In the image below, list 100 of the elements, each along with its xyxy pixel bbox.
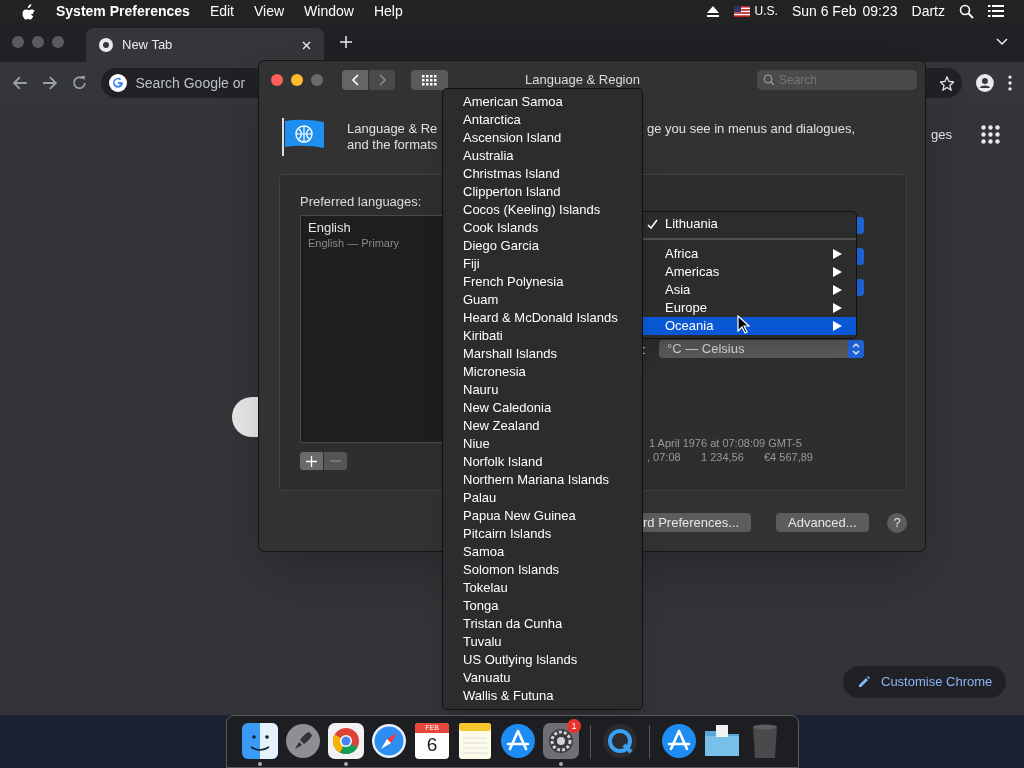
new-tab-icon[interactable]: [340, 36, 352, 48]
apple-icon[interactable]: [20, 2, 36, 20]
rocket-app-icon[interactable]: [285, 723, 321, 759]
menu-date[interactable]: Sun 6 Feb: [791, 0, 857, 22]
window-title: Language & Region: [524, 71, 641, 90]
apps-grid-icon[interactable]: [981, 125, 1000, 144]
customise-button[interactable]: Customise Chrome: [843, 666, 1007, 698]
menu-item[interactable]: Antarctica: [443, 111, 642, 129]
menu-item[interactable]: Nauru: [443, 381, 642, 399]
add-language-button[interactable]: [300, 452, 323, 470]
menu-time[interactable]: 09:23: [862, 0, 898, 22]
back-icon: [351, 74, 359, 86]
address-placeholder: Search Google or: [135, 73, 246, 93]
show-all-button[interactable]: [411, 70, 448, 90]
flag-icon[interactable]: [733, 5, 750, 17]
menu-item[interactable]: New Zealand: [443, 417, 642, 435]
menu-item[interactable]: Diego Garcia: [443, 237, 642, 255]
menu-item[interactable]: Wallis & Futuna: [443, 687, 642, 705]
tab-title: New Tab: [122, 36, 174, 55]
globe-flag-icon: [282, 118, 324, 156]
menu-item[interactable]: Edit: [209, 0, 234, 22]
menu-item[interactable]: French Polynesia: [443, 273, 642, 291]
menu-item[interactable]: Cocos (Keeling) Islands: [443, 201, 642, 219]
notification-badge: 1: [567, 719, 581, 733]
menu-item[interactable]: Solomon Islands: [443, 561, 642, 579]
app-store-icon[interactable]: [500, 723, 536, 759]
search-engine-icon: [109, 74, 128, 92]
sample-time: , 07:08: [647, 450, 681, 465]
description-text: ge you see in menus and dialogues,: [647, 121, 856, 137]
sample-date: 1 April 1976 at 07:08:09 GMT-5: [649, 436, 802, 451]
sample-number: 1 234,56: [701, 450, 744, 465]
shortcut-tile[interactable]: [232, 397, 258, 437]
search-icon[interactable]: [959, 3, 974, 19]
menu-item[interactable]: Guam: [443, 291, 642, 309]
back-icon[interactable]: [12, 75, 28, 91]
menu-item[interactable]: Christmas Island: [443, 165, 642, 183]
menu-item[interactable]: Ascension Island: [443, 129, 642, 147]
temperature-label: :: [642, 341, 646, 359]
more-icon[interactable]: [1008, 75, 1012, 91]
menu-item[interactable]: Norfolk Island: [443, 453, 642, 471]
menu-item[interactable]: Vanuatu: [443, 669, 642, 687]
plus-icon: [306, 455, 317, 467]
menu-item[interactable]: Palau: [443, 489, 642, 507]
temperature-popup[interactable]: °C — Celsius: [659, 340, 864, 358]
sample-currency: €4 567,89: [764, 450, 813, 465]
menu-item[interactable]: Help: [373, 0, 403, 22]
menu-item[interactable]: Niue: [443, 435, 642, 453]
menu-item[interactable]: Cook Islands: [443, 219, 642, 237]
app-store-icon[interactable]: [661, 723, 697, 759]
images-link[interactable]: ges: [931, 125, 952, 145]
back-button[interactable]: [342, 70, 368, 90]
description-text: Language & Re: [347, 121, 438, 137]
menu-item[interactable]: Clipperton Island: [443, 183, 642, 201]
forward-icon: [378, 74, 386, 86]
folder-icon[interactable]: [704, 723, 740, 759]
dialog-button[interactable]: Advanced...: [776, 513, 869, 532]
calendar-day: 6: [426, 733, 438, 757]
search-icon: [763, 74, 775, 86]
input-source[interactable]: U.S.: [754, 2, 778, 20]
window-control[interactable]: [291, 74, 303, 86]
compass-app-icon[interactable]: [371, 723, 407, 759]
menu-item[interactable]: Marshall Islands: [443, 345, 642, 363]
caret-icon[interactable]: [996, 38, 1008, 46]
minus-icon: [330, 460, 341, 462]
profile-icon[interactable]: [976, 74, 995, 92]
player-app-icon[interactable]: [602, 723, 638, 759]
preferred-languages-label: Preferred languages:: [300, 193, 422, 211]
menu-item[interactable]: American Samoa: [443, 93, 642, 111]
menu-item[interactable]: Tuvalu: [443, 633, 642, 651]
browser-logo-icon: [98, 37, 114, 53]
checkmark-icon: [647, 219, 658, 229]
app-menu[interactable]: System Preferences: [56, 0, 190, 22]
menu-item[interactable]: Australia: [443, 147, 642, 165]
help-button[interactable]: ?: [887, 513, 907, 533]
notes-app-icon[interactable]: [457, 723, 493, 759]
pencil-icon: [857, 675, 871, 689]
face-app-icon[interactable]: [242, 723, 278, 759]
menu-item[interactable]: Tokelau: [443, 579, 642, 597]
menu-item[interactable]: View: [254, 0, 285, 22]
menu-item[interactable]: Samoa: [443, 543, 642, 561]
menu-item[interactable]: New Caledonia: [443, 399, 642, 417]
forward-icon[interactable]: [41, 75, 58, 91]
menu-item[interactable]: Window: [304, 0, 354, 22]
menu-item[interactable]: Tristan da Cunha: [443, 615, 642, 633]
eject-icon[interactable]: [705, 4, 720, 18]
reload-icon[interactable]: [71, 75, 88, 91]
browser-app-icon[interactable]: [328, 723, 364, 759]
menu-item[interactable]: US Outlying Islands: [443, 651, 642, 669]
grid-icon: [422, 74, 437, 86]
menu-item[interactable]: Tonga: [443, 597, 642, 615]
menu-item[interactable]: Micronesia: [443, 363, 642, 381]
menu-item[interactable]: Fiji: [443, 255, 642, 273]
bookmark-star-icon[interactable]: [940, 75, 955, 91]
list-icon[interactable]: [988, 4, 1004, 18]
menu-item[interactable]: Northern Mariana Islands: [443, 471, 642, 489]
browser-tab[interactable]: New Tab: [86, 28, 324, 62]
language-detail: English — Primary: [308, 236, 400, 250]
user-name[interactable]: Dartz: [911, 0, 945, 22]
close-icon[interactable]: [301, 39, 312, 51]
window-control[interactable]: [271, 74, 283, 86]
